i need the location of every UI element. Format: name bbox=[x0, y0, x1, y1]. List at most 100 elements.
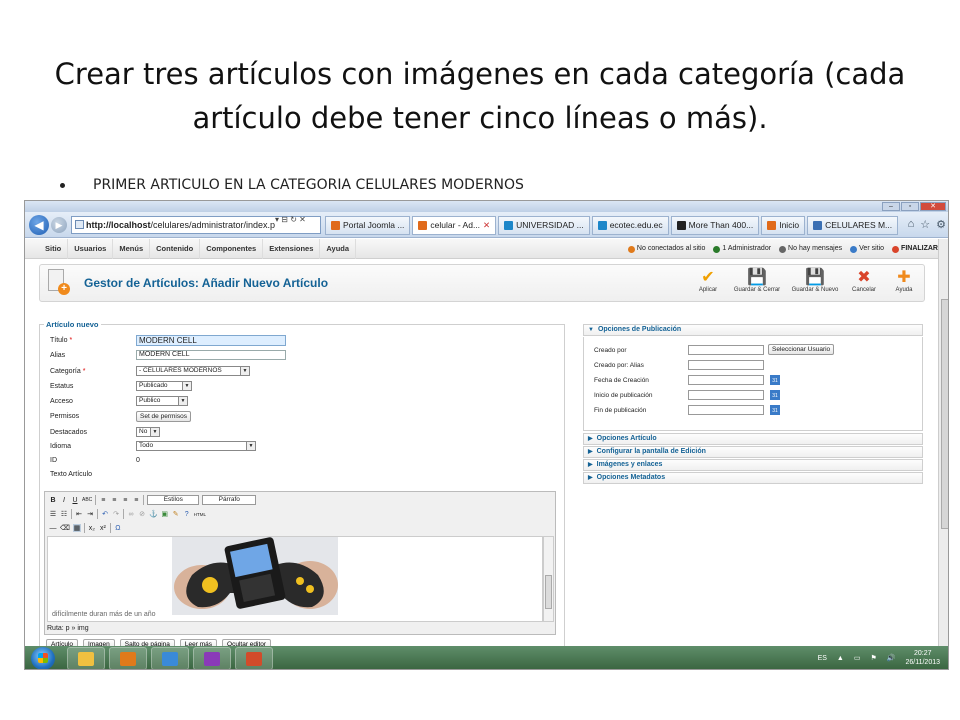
minimize-button[interactable]: – bbox=[882, 202, 900, 211]
accordion-section[interactable]: ▶ Opciones Metadatos bbox=[583, 472, 923, 484]
alias-input[interactable]: MODERN CELL bbox=[136, 350, 286, 360]
outdent-icon[interactable]: ⇤ bbox=[75, 510, 83, 518]
volume-icon[interactable]: 🔊 bbox=[887, 654, 896, 662]
admin-menu-item[interactable]: Componentes bbox=[200, 239, 264, 259]
redo-icon[interactable]: ↷ bbox=[112, 510, 120, 518]
calendar-icon[interactable]: 31 bbox=[770, 375, 780, 385]
admin-status-item[interactable]: Ver sitio bbox=[850, 239, 884, 259]
special-char-icon[interactable]: Ω bbox=[114, 525, 122, 532]
title-input[interactable]: MODERN CELL bbox=[136, 335, 286, 346]
toolbar-button[interactable]: ✖ Cancelar bbox=[848, 267, 880, 293]
browser-tab[interactable]: Portal Joomla ... bbox=[325, 216, 411, 235]
tab-close-icon[interactable]: ✕ bbox=[483, 217, 490, 234]
browser-tab[interactable]: More Than 400... bbox=[670, 216, 760, 235]
close-window-button[interactable]: ✕ bbox=[920, 202, 946, 211]
maximize-button[interactable]: ▫ bbox=[901, 202, 919, 211]
action-center-flag-icon[interactable]: ⚑ bbox=[870, 654, 876, 662]
styles-dropdown[interactable]: Estilos bbox=[147, 495, 200, 505]
align-justify-icon[interactable]: ≡ bbox=[132, 497, 140, 504]
underline-icon[interactable]: U bbox=[71, 497, 79, 504]
forward-button[interactable]: ▶ bbox=[51, 217, 67, 233]
admin-menu-item[interactable]: Usuarios bbox=[68, 239, 114, 259]
taskbar-app[interactable] bbox=[67, 647, 105, 669]
horizontal-rule-icon[interactable]: — bbox=[49, 525, 57, 532]
numbered-list-icon[interactable]: ☷ bbox=[60, 510, 68, 518]
italic-icon[interactable]: I bbox=[60, 497, 68, 504]
cleanup-icon[interactable]: ✎ bbox=[172, 510, 180, 518]
browser-tab[interactable]: celular - Ad... ✕ bbox=[412, 216, 497, 235]
admin-menu-item[interactable]: Ayuda bbox=[320, 239, 357, 259]
accordion-section[interactable]: ▶ Imágenes y enlaces bbox=[583, 459, 923, 471]
html-icon[interactable]: HTML bbox=[194, 512, 206, 517]
taskbar-app[interactable] bbox=[193, 647, 231, 669]
admin-status-item[interactable]: FINALIZAR bbox=[892, 239, 938, 259]
undo-icon[interactable]: ↶ bbox=[101, 510, 109, 518]
browser-tab[interactable]: Inicio bbox=[761, 216, 806, 235]
align-center-icon[interactable]: ≡ bbox=[110, 497, 118, 504]
browser-tab[interactable]: CELULARES M... bbox=[807, 216, 899, 235]
taskbar-app[interactable] bbox=[151, 647, 189, 669]
taskbar-app[interactable] bbox=[235, 647, 273, 669]
anchor-icon[interactable]: ⚓ bbox=[149, 510, 158, 518]
subscript-icon[interactable]: x₂ bbox=[88, 525, 96, 532]
compatibility-icon[interactable]: ⊟ bbox=[281, 215, 288, 224]
taskbar-app[interactable] bbox=[109, 647, 147, 669]
back-button[interactable]: ◀ bbox=[29, 215, 49, 235]
favorites-icon[interactable]: ☆ bbox=[920, 218, 930, 231]
tray-arrow-icon[interactable]: ▲ bbox=[837, 655, 844, 662]
page-scrollbar[interactable] bbox=[938, 239, 948, 646]
category-select[interactable]: - CELULARES MODERNOS ▼ bbox=[136, 366, 250, 376]
align-right-icon[interactable]: ≡ bbox=[121, 497, 129, 504]
accordion-section[interactable]: ▶ Opciones Artículo bbox=[583, 433, 923, 445]
remove-format-icon[interactable]: ⌫ bbox=[60, 524, 70, 532]
search-dropdown-icon[interactable]: ▾ bbox=[275, 215, 279, 224]
unlink-icon[interactable]: ⊘ bbox=[138, 510, 146, 518]
home-icon[interactable]: ⌂ bbox=[908, 218, 915, 231]
settings-gear-icon[interactable]: ⚙ bbox=[936, 218, 946, 231]
toolbar-button[interactable]: ✔ Aplicar bbox=[692, 267, 724, 293]
format-dropdown[interactable]: Párrafo bbox=[202, 495, 257, 505]
permissions-button[interactable]: Set de permisos bbox=[136, 411, 191, 422]
publish-up-input[interactable] bbox=[688, 390, 764, 400]
image-icon[interactable]: ▣ bbox=[161, 510, 169, 518]
toolbar-button[interactable]: 💾 Guardar & Nuevo bbox=[790, 267, 840, 293]
superscript-icon[interactable]: x² bbox=[99, 525, 107, 532]
calendar-icon[interactable]: 31 bbox=[770, 390, 780, 400]
publishing-options-header[interactable]: ▼ Opciones de Publicación bbox=[583, 324, 923, 336]
stop-icon[interactable]: ✕ bbox=[299, 215, 306, 224]
help-circle-icon[interactable]: ? bbox=[183, 511, 191, 518]
clock[interactable]: 20:27 26/11/2013 bbox=[905, 649, 940, 667]
admin-menu-item[interactable]: Sitio bbox=[39, 239, 69, 259]
browser-tab[interactable]: ecotec.edu.ec bbox=[591, 216, 669, 235]
bold-icon[interactable]: B bbox=[49, 497, 57, 504]
toolbar-button[interactable]: 💾 Guardar & Cerrar bbox=[732, 267, 782, 293]
admin-menu-item[interactable]: Menús bbox=[113, 239, 151, 259]
visual-aid-icon[interactable]: ▦ bbox=[72, 524, 81, 532]
admin-menu-item[interactable]: Extensiones bbox=[263, 239, 321, 259]
created-by-alias-input[interactable] bbox=[688, 360, 764, 370]
editor-scrollbar[interactable] bbox=[543, 536, 554, 622]
featured-select[interactable]: No ▼ bbox=[136, 427, 160, 437]
calendar-icon[interactable]: 31 bbox=[770, 405, 780, 415]
network-icon[interactable]: ▭ bbox=[854, 654, 861, 662]
created-by-input[interactable] bbox=[688, 345, 764, 355]
status-select[interactable]: Publicado ▼ bbox=[136, 381, 192, 391]
accordion-section[interactable]: ▶ Configurar la pantalla de Edición bbox=[583, 446, 923, 458]
strikethrough-icon[interactable]: ABC bbox=[82, 497, 92, 503]
editor-content-area[interactable]: difícilmente duran más de un año bbox=[47, 536, 543, 622]
bullet-list-icon[interactable]: ☰ bbox=[49, 510, 57, 518]
select-user-button[interactable]: Seleccionar Usuario bbox=[768, 344, 835, 355]
browser-tab[interactable]: UNIVERSIDAD ... bbox=[498, 216, 590, 235]
indent-icon[interactable]: ⇥ bbox=[86, 510, 94, 518]
language-indicator[interactable]: ES bbox=[818, 655, 827, 662]
toolbar-button[interactable]: ✚ Ayuda bbox=[888, 267, 920, 293]
language-select[interactable]: Todo ▼ bbox=[136, 441, 256, 451]
admin-menu-item[interactable]: Contenido bbox=[150, 239, 201, 259]
publish-down-input[interactable] bbox=[688, 405, 764, 415]
access-select[interactable]: Publico ▼ bbox=[136, 396, 188, 406]
align-left-icon[interactable]: ≡ bbox=[99, 497, 107, 504]
start-button[interactable] bbox=[31, 647, 55, 669]
created-date-input[interactable] bbox=[688, 375, 764, 385]
refresh-icon[interactable]: ↻ bbox=[290, 215, 297, 224]
link-icon[interactable]: ∞ bbox=[127, 511, 135, 518]
